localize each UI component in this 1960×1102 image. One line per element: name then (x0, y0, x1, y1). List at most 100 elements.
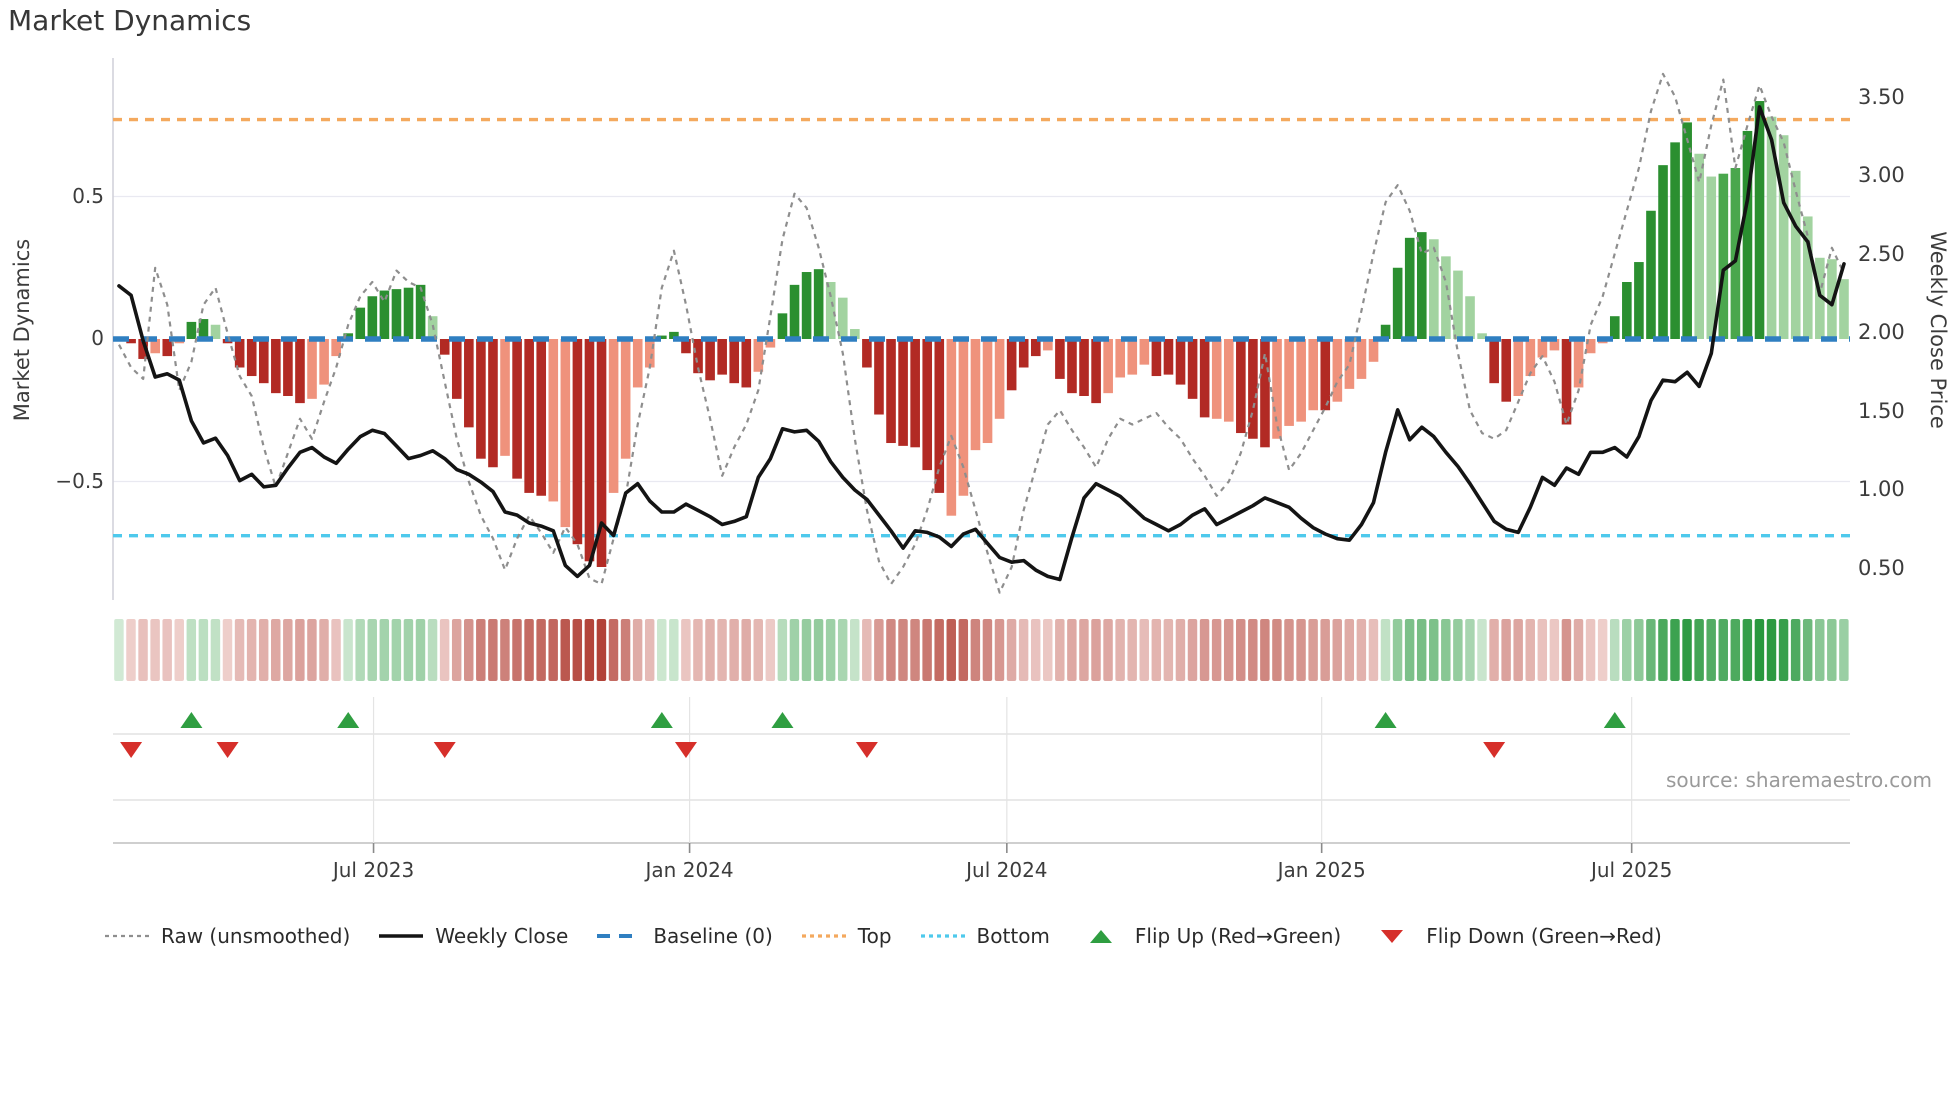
heatmap-cell (1211, 619, 1222, 681)
heatmap-cell (500, 619, 510, 681)
heatmap-cell (886, 619, 896, 681)
heatmap-cell (608, 619, 619, 681)
left-tick-label: −0.5 (55, 468, 104, 493)
heatmap-cell (403, 619, 414, 681)
heatmap-cell (1730, 619, 1741, 681)
heatmap-cell (910, 619, 920, 681)
heatmap-cell (669, 619, 679, 681)
right-tick-label: 3.50 (1858, 84, 1905, 109)
heatmap-cell (994, 619, 1005, 681)
legend-label: Baseline (0) (653, 924, 773, 948)
heatmap-cell (1561, 619, 1572, 681)
heatmap-cell (970, 619, 981, 681)
heatmap-cell (1742, 619, 1753, 681)
heatmap-cell (584, 619, 595, 681)
heatmap-cell (596, 619, 607, 681)
heatmap-cell (1308, 619, 1318, 681)
heatmap-cell (162, 619, 172, 681)
dynamics-bar (584, 339, 595, 562)
dynamics-bar (1368, 339, 1379, 362)
dynamics-bar (1151, 339, 1162, 377)
dynamics-bar (1465, 296, 1475, 339)
legend-label: Top (857, 924, 892, 948)
legend-label: Raw (unsmoothed) (161, 924, 351, 948)
heatmap-cell (1284, 619, 1294, 681)
heatmap-cell (512, 619, 522, 681)
dynamics-bar (1344, 339, 1355, 389)
dynamics-bar (1091, 339, 1101, 404)
heatmap-cell (1682, 619, 1692, 681)
legend-label: Weekly Close (435, 924, 569, 948)
heatmap-cell (1718, 619, 1728, 681)
dynamics-bar (1573, 339, 1584, 388)
heatmap-cell (1139, 619, 1149, 681)
left-tick-label: 0 (91, 326, 104, 350)
heatmap-cell (1127, 619, 1137, 681)
dynamics-bar (898, 339, 908, 446)
flip-down-marker (855, 742, 878, 758)
right-tick-label: 2.50 (1858, 241, 1905, 266)
heatmap-cell (825, 619, 836, 681)
dynamics-bar (1236, 339, 1246, 434)
flip-down-marker (674, 742, 697, 758)
heatmap-cell (1525, 619, 1535, 681)
dynamics-bar (1103, 339, 1113, 394)
dynamics-bar (1718, 173, 1729, 339)
heatmap-cell (777, 619, 788, 681)
flip-up-marker (1603, 712, 1626, 728)
dynamics-bar (1296, 339, 1306, 422)
heatmap-cell (1706, 619, 1716, 681)
dynamics-bar (271, 339, 281, 394)
dynamics-bar (1175, 339, 1186, 385)
dynamics-bar (476, 339, 486, 459)
bottom-swatch-icon (920, 933, 965, 938)
dynamics-bar (512, 339, 522, 479)
heatmap-cell (1634, 619, 1644, 681)
heatmap-cell (464, 619, 474, 681)
dynamics-bar (1646, 210, 1656, 339)
heatmap-cell (1175, 619, 1186, 681)
dynamics-bar (1537, 339, 1548, 358)
heatmap-cell (644, 619, 655, 681)
heatmap-cell (234, 619, 245, 681)
dynamics-bar (777, 313, 788, 339)
heatmap-cell (1163, 619, 1174, 681)
heatmap-cell (210, 619, 221, 681)
dynamics-bar (295, 339, 305, 404)
heatmap-cell (1199, 619, 1210, 681)
dynamics-bar (813, 269, 824, 339)
heatmap-cell (874, 619, 884, 681)
heatmap-cell (331, 619, 341, 681)
market-dynamics-page: Market Dynamics Market Dynamics Weekly C… (0, 0, 1960, 1102)
dynamics-bar (1199, 339, 1210, 418)
dynamics-bar (970, 339, 981, 451)
dynamics-bar (705, 339, 715, 381)
dynamics-bar (415, 284, 426, 339)
heatmap-cell (801, 619, 812, 681)
dynamics-bar (1308, 339, 1319, 411)
heatmap-cell (1151, 619, 1162, 681)
dynamics-bar (1006, 339, 1017, 391)
raw-line (118, 72, 1845, 594)
dynamics-bar (488, 339, 498, 468)
dynamics-bar (753, 339, 764, 372)
dynamics-bar (825, 282, 836, 339)
heatmap-cell (1368, 619, 1379, 681)
heatmap-cell (1091, 619, 1101, 681)
dynamics-bar (1513, 339, 1524, 396)
legend-item-baseline: Baseline (0) (595, 924, 773, 948)
heatmap-cell (114, 619, 124, 681)
dynamics-bar (1163, 339, 1174, 375)
heatmap-cell (1030, 619, 1041, 681)
dynamics-bar (500, 339, 510, 456)
dynamics-bar (524, 339, 534, 493)
dynamics-bar (994, 339, 1005, 419)
dynamics-bar (789, 284, 800, 339)
heatmap-cell (681, 619, 691, 681)
dynamics-bar (1429, 239, 1439, 339)
right-axis-label: Weekly Close Price (1926, 231, 1950, 429)
dynamics-bar (729, 339, 740, 384)
heatmap-cell (1260, 619, 1270, 681)
dynamics-bar (1609, 316, 1620, 339)
heatmap-cell (1549, 619, 1560, 681)
